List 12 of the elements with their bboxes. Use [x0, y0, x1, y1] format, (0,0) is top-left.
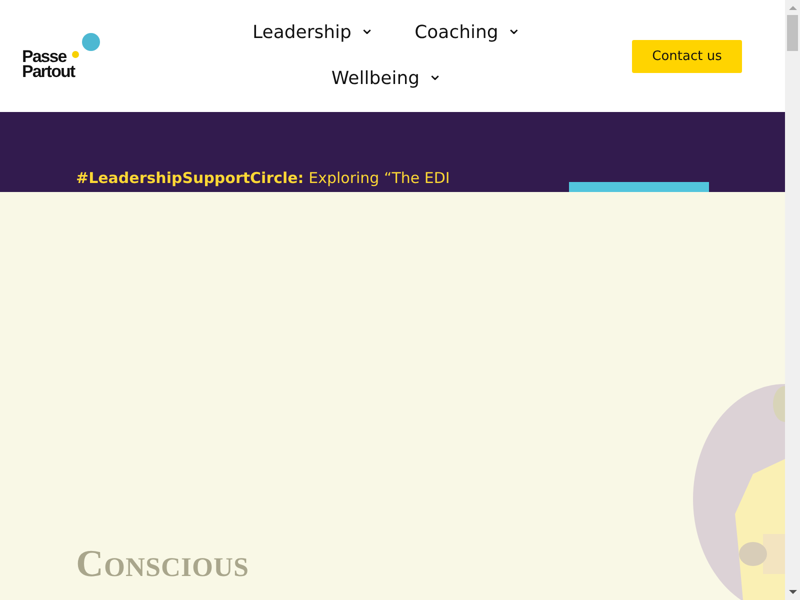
- nav-menu-item[interactable]: Wellbeing ⌄: [311, 67, 463, 91]
- scroll-up-icon[interactable]: [788, 6, 796, 10]
- hero-heading: Conscious: [76, 542, 249, 586]
- caret-icon: ⌄: [359, 24, 375, 34]
- nav-menu-item[interactable]: Leadership ⌄: [232, 21, 395, 45]
- caret-icon: ⌄: [428, 70, 443, 80]
- contact-button[interactable]: Contact us: [632, 40, 742, 72]
- caret-icon: ⌄: [506, 24, 522, 34]
- announcement-text: #LeadershipSupportCircle: Exploring “The EDI: [76, 168, 450, 188]
- scrollbar-thumb[interactable]: [787, 15, 798, 51]
- nav-menu-item[interactable]: Coaching ⌄: [394, 21, 542, 45]
- scroll-down-icon[interactable]: [788, 590, 796, 594]
